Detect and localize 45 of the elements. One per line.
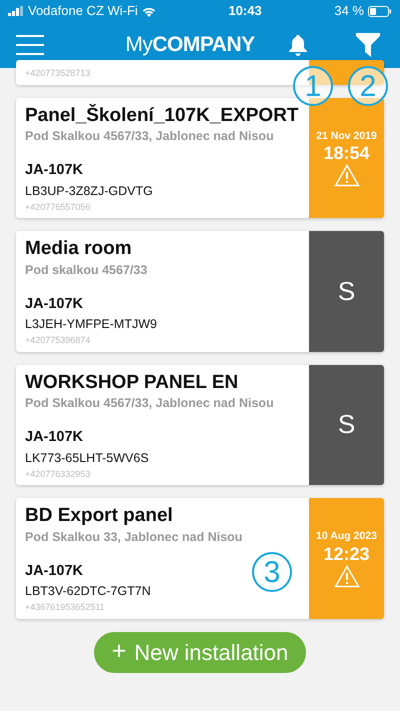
signal-icon <box>8 6 24 16</box>
installation-name: WORKSHOP PANEL EN <box>25 372 238 394</box>
installation-name: BD Export panel <box>25 505 173 528</box>
panel-model: JA-107K <box>25 161 84 180</box>
installation-address: Pod Skalkou 33, Jablonec nad Nisou <box>25 528 242 546</box>
alarm-date: 21 Nov 2019 <box>316 128 377 144</box>
battery-percent: 34 % <box>334 2 364 20</box>
callout-number: 3 <box>252 552 292 592</box>
callout-number: 1 <box>293 66 333 106</box>
filter-icon[interactable] <box>356 33 380 57</box>
serial-number: LK773-65LHT-5WV6S <box>25 450 149 467</box>
service-letter: S <box>338 408 356 442</box>
serial-number: LB3UP-3Z8ZJ-GDVTG <box>25 182 153 200</box>
serial-number: L3JEH-YMFPE-MTJW9 <box>25 316 157 334</box>
app-logo: MyCOMPANY <box>125 32 255 58</box>
installation-address: Pod Skalkou 4567/33, Jablonec nad Nisou <box>25 128 274 146</box>
installation-address: Pod Skalkou 4567/33, Jablonec nad Nisou <box>25 395 274 412</box>
wifi-icon <box>142 6 156 16</box>
phone-number: +420776557056 <box>25 200 90 214</box>
carrier-name: Vodafone CZ Wi-Fi <box>28 2 138 20</box>
service-letter: S <box>338 274 356 308</box>
installation-name: Media room <box>25 238 132 261</box>
installation-name: Panel_Školení_107K_EXPORT <box>25 104 299 128</box>
phone-number: +420776332953 <box>25 468 90 481</box>
status-time: 10:43 <box>228 3 262 18</box>
installation-card[interactable]: WORKSHOP PANEL EN Pod Skalkou 4567/33, Jablonec nad Nisou JA-107K LK773-65LHT-5WV6S +420776332953 S <box>16 364 384 486</box>
warning-icon <box>334 564 360 588</box>
phone-number: +420773528713 <box>25 67 90 80</box>
phone-number: +436761953652511 <box>25 601 105 614</box>
serial-number: LBT3V-62DTC-7GT7N <box>25 583 151 600</box>
alarm-time: 12:23 <box>323 544 370 565</box>
installation-address: Pod skalkou 4567/33 <box>25 262 148 279</box>
installation-card[interactable]: Media room Pod skalkou 4567/33 JA-107K L3JEH-YMFPE-MTJW9 +420775396874 S <box>16 231 384 352</box>
bell-icon[interactable] <box>288 34 308 56</box>
warning-icon <box>334 164 360 188</box>
panel-model: JA-107K <box>25 294 84 314</box>
phone-number: +420775396874 <box>25 334 90 348</box>
alarm-time: 18:54 <box>323 144 370 164</box>
installation-card[interactable]: Panel_Školení_107K_EXPORT Pod Skalkou 4567/33, Jablonec nad Nisou JA-107K LB3UP-3Z8ZJ-GDVTG +420776557056 21 Nov 2019 18:54 <box>16 98 384 218</box>
battery-icon <box>368 6 392 16</box>
callout-number: 2 <box>348 66 388 106</box>
panel-model: JA-107K <box>25 562 84 581</box>
panel-model: JA-107K <box>25 428 84 448</box>
menu-icon[interactable] <box>16 35 44 55</box>
alarm-date: 10 Aug 2023 <box>316 529 377 544</box>
